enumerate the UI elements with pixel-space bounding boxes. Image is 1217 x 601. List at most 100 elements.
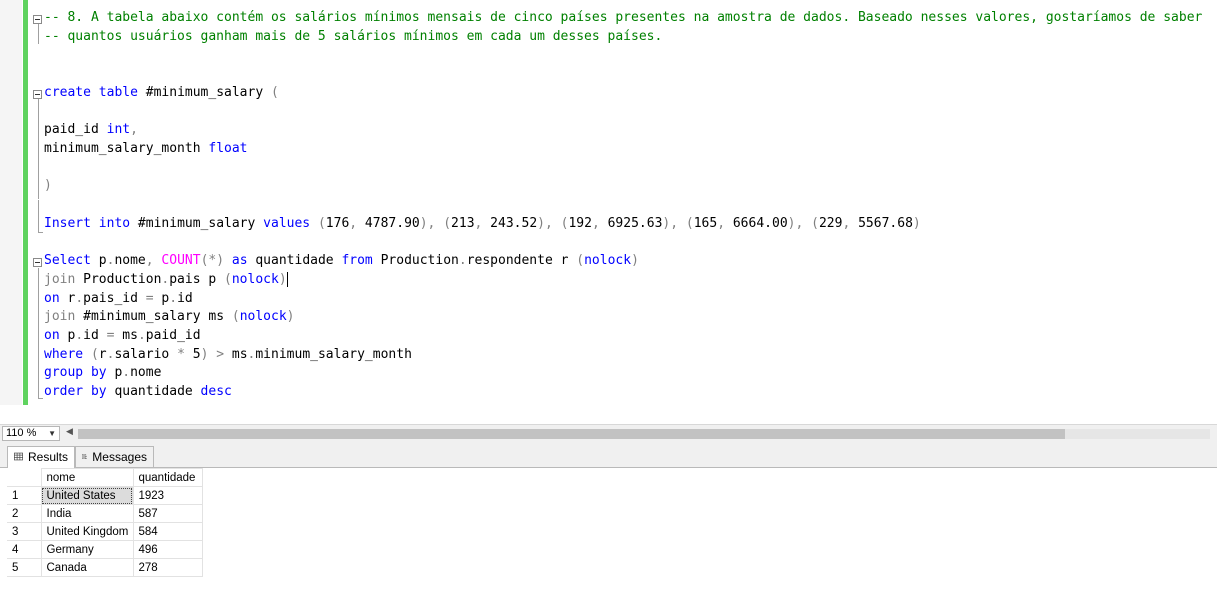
code-token: paid_id [44, 122, 107, 138]
code-token: ) [912, 215, 921, 231]
code-line[interactable]: minimum_salary_month float [44, 140, 248, 159]
table-row[interactable]: 4 Germany 496 [7, 540, 203, 559]
code-token: ( [90, 346, 99, 362]
code-line[interactable]: join Production.pais p (nolock) [44, 271, 288, 290]
code-token: by [90, 365, 107, 381]
table-row[interactable]: 1 United States 1923 [7, 486, 203, 505]
table-row[interactable]: 5 Canada 278 [7, 558, 203, 577]
code-token: 165 [693, 215, 718, 231]
code-token: nome [130, 365, 162, 381]
tab-messages-label: Messages [92, 450, 147, 464]
code-token: ( [811, 215, 819, 231]
code-token: , [145, 253, 154, 269]
collapse-icon[interactable] [33, 15, 42, 24]
collapse-icon[interactable] [33, 90, 42, 99]
code-token: ms [114, 327, 138, 343]
code-token: #minimum_salary ms [75, 309, 232, 325]
zoom-dropdown[interactable]: 110 % ▼ [2, 426, 60, 441]
code-token: 192 [568, 215, 592, 231]
cell-nome[interactable]: United Kingdom [40, 522, 134, 541]
collapse-icon[interactable] [33, 258, 42, 267]
cell-quantidade[interactable]: 278 [132, 558, 203, 577]
cell-quantidade[interactable]: 496 [132, 540, 203, 559]
tab-results-label: Results [27, 450, 68, 464]
code-line[interactable]: where (r.salario * 5) > ms.minimum_salar… [44, 346, 412, 365]
code-line[interactable]: ) [44, 177, 52, 196]
messages-icon [82, 454, 88, 459]
column-header-nome[interactable]: nome [40, 468, 134, 487]
scrollbar-thumb[interactable] [78, 429, 1065, 439]
code-token: 243.52 [482, 215, 538, 231]
code-line[interactable]: order by quantidade desc [44, 383, 232, 402]
code-token: -- 8. A tabela abaixo contém os salários… [44, 10, 1203, 25]
code-token: float [208, 140, 248, 156]
cell-nome[interactable]: Canada [40, 558, 134, 577]
tab-results[interactable]: Results [7, 446, 75, 468]
code-line[interactable]: on p.id = ms.paid_id [44, 327, 201, 346]
code-line[interactable]: paid_id int, [44, 121, 138, 140]
row-number[interactable]: 1 [7, 486, 42, 505]
code-token: ), [419, 215, 436, 231]
code-token: order [44, 384, 84, 399]
table-row[interactable]: 3 United Kingdom 584 [7, 522, 203, 541]
code-line[interactable]: join #minimum_salary ms (nolock) [44, 308, 294, 327]
code-token: join [44, 309, 76, 325]
query-editor[interactable]: -- 8. A tabela abaixo contém os salários… [0, 0, 1217, 424]
code-token: p [90, 253, 107, 269]
code-token: desc [200, 384, 232, 399]
code-token: quantidade [106, 384, 201, 399]
code-token: ( [685, 215, 694, 231]
code-token: Production [75, 271, 162, 287]
cell-quantidade[interactable]: 1923 [132, 486, 203, 505]
code-token: r [98, 346, 107, 362]
code-token: p [153, 290, 170, 306]
code-line[interactable]: Select p. nome, COUNT(*) as quantidade fr… [44, 252, 639, 271]
code-token: as [231, 253, 248, 269]
cell-nome[interactable]: India [40, 504, 134, 523]
code-line[interactable]: -- 8. A tabela abaixo contém os salários… [44, 9, 1202, 28]
code-token: r [59, 290, 76, 306]
code-line[interactable]: group by p.nome [44, 364, 161, 383]
column-header-quantidade[interactable]: quantidade [132, 468, 203, 487]
code-token: Production [372, 253, 459, 269]
code-token: int [106, 122, 131, 138]
row-number[interactable]: 4 [7, 540, 42, 559]
tab-messages[interactable]: Messages [75, 446, 154, 467]
code-token: ( [271, 84, 279, 100]
code-token: ) [631, 253, 639, 269]
row-number[interactable]: 5 [7, 558, 42, 577]
cell-quantidade[interactable]: 584 [132, 522, 203, 541]
code-token: salario [114, 346, 178, 362]
code-token: nolock [239, 309, 287, 325]
cell-nome[interactable]: Germany [40, 540, 134, 559]
code-token: > [216, 346, 225, 362]
cell-quantidade[interactable]: 587 [132, 504, 203, 523]
table-row[interactable]: 2 India 587 [7, 504, 203, 523]
code-token: 229 [818, 215, 843, 231]
code-token: create [44, 84, 91, 100]
cell-nome[interactable]: United States [40, 486, 134, 505]
row-number[interactable]: 2 [7, 504, 42, 523]
code-token: id [83, 327, 107, 343]
code-token: ( [224, 271, 232, 287]
scroll-left-icon[interactable]: ◀ [66, 427, 73, 437]
code-token: quantidade [247, 253, 342, 269]
grid-corner[interactable] [7, 468, 42, 487]
outline-guide [38, 200, 39, 232]
code-line[interactable]: create table #minimum_salary ( [44, 84, 279, 103]
code-line[interactable]: -- quantos usuários ganham mais de 5 sal… [44, 28, 662, 47]
horizontal-scrollbar[interactable] [78, 429, 1210, 439]
code-line[interactable]: on r.pais_id = p.id [44, 290, 193, 309]
code-line[interactable]: Insert into #minimum_salary values (176,… [44, 215, 921, 234]
code-token: 213 [451, 215, 475, 231]
code-token: 5567.68 [850, 215, 913, 231]
code-token: where [44, 346, 84, 362]
row-number[interactable]: 3 [7, 522, 42, 541]
code-token: ) [278, 271, 287, 287]
